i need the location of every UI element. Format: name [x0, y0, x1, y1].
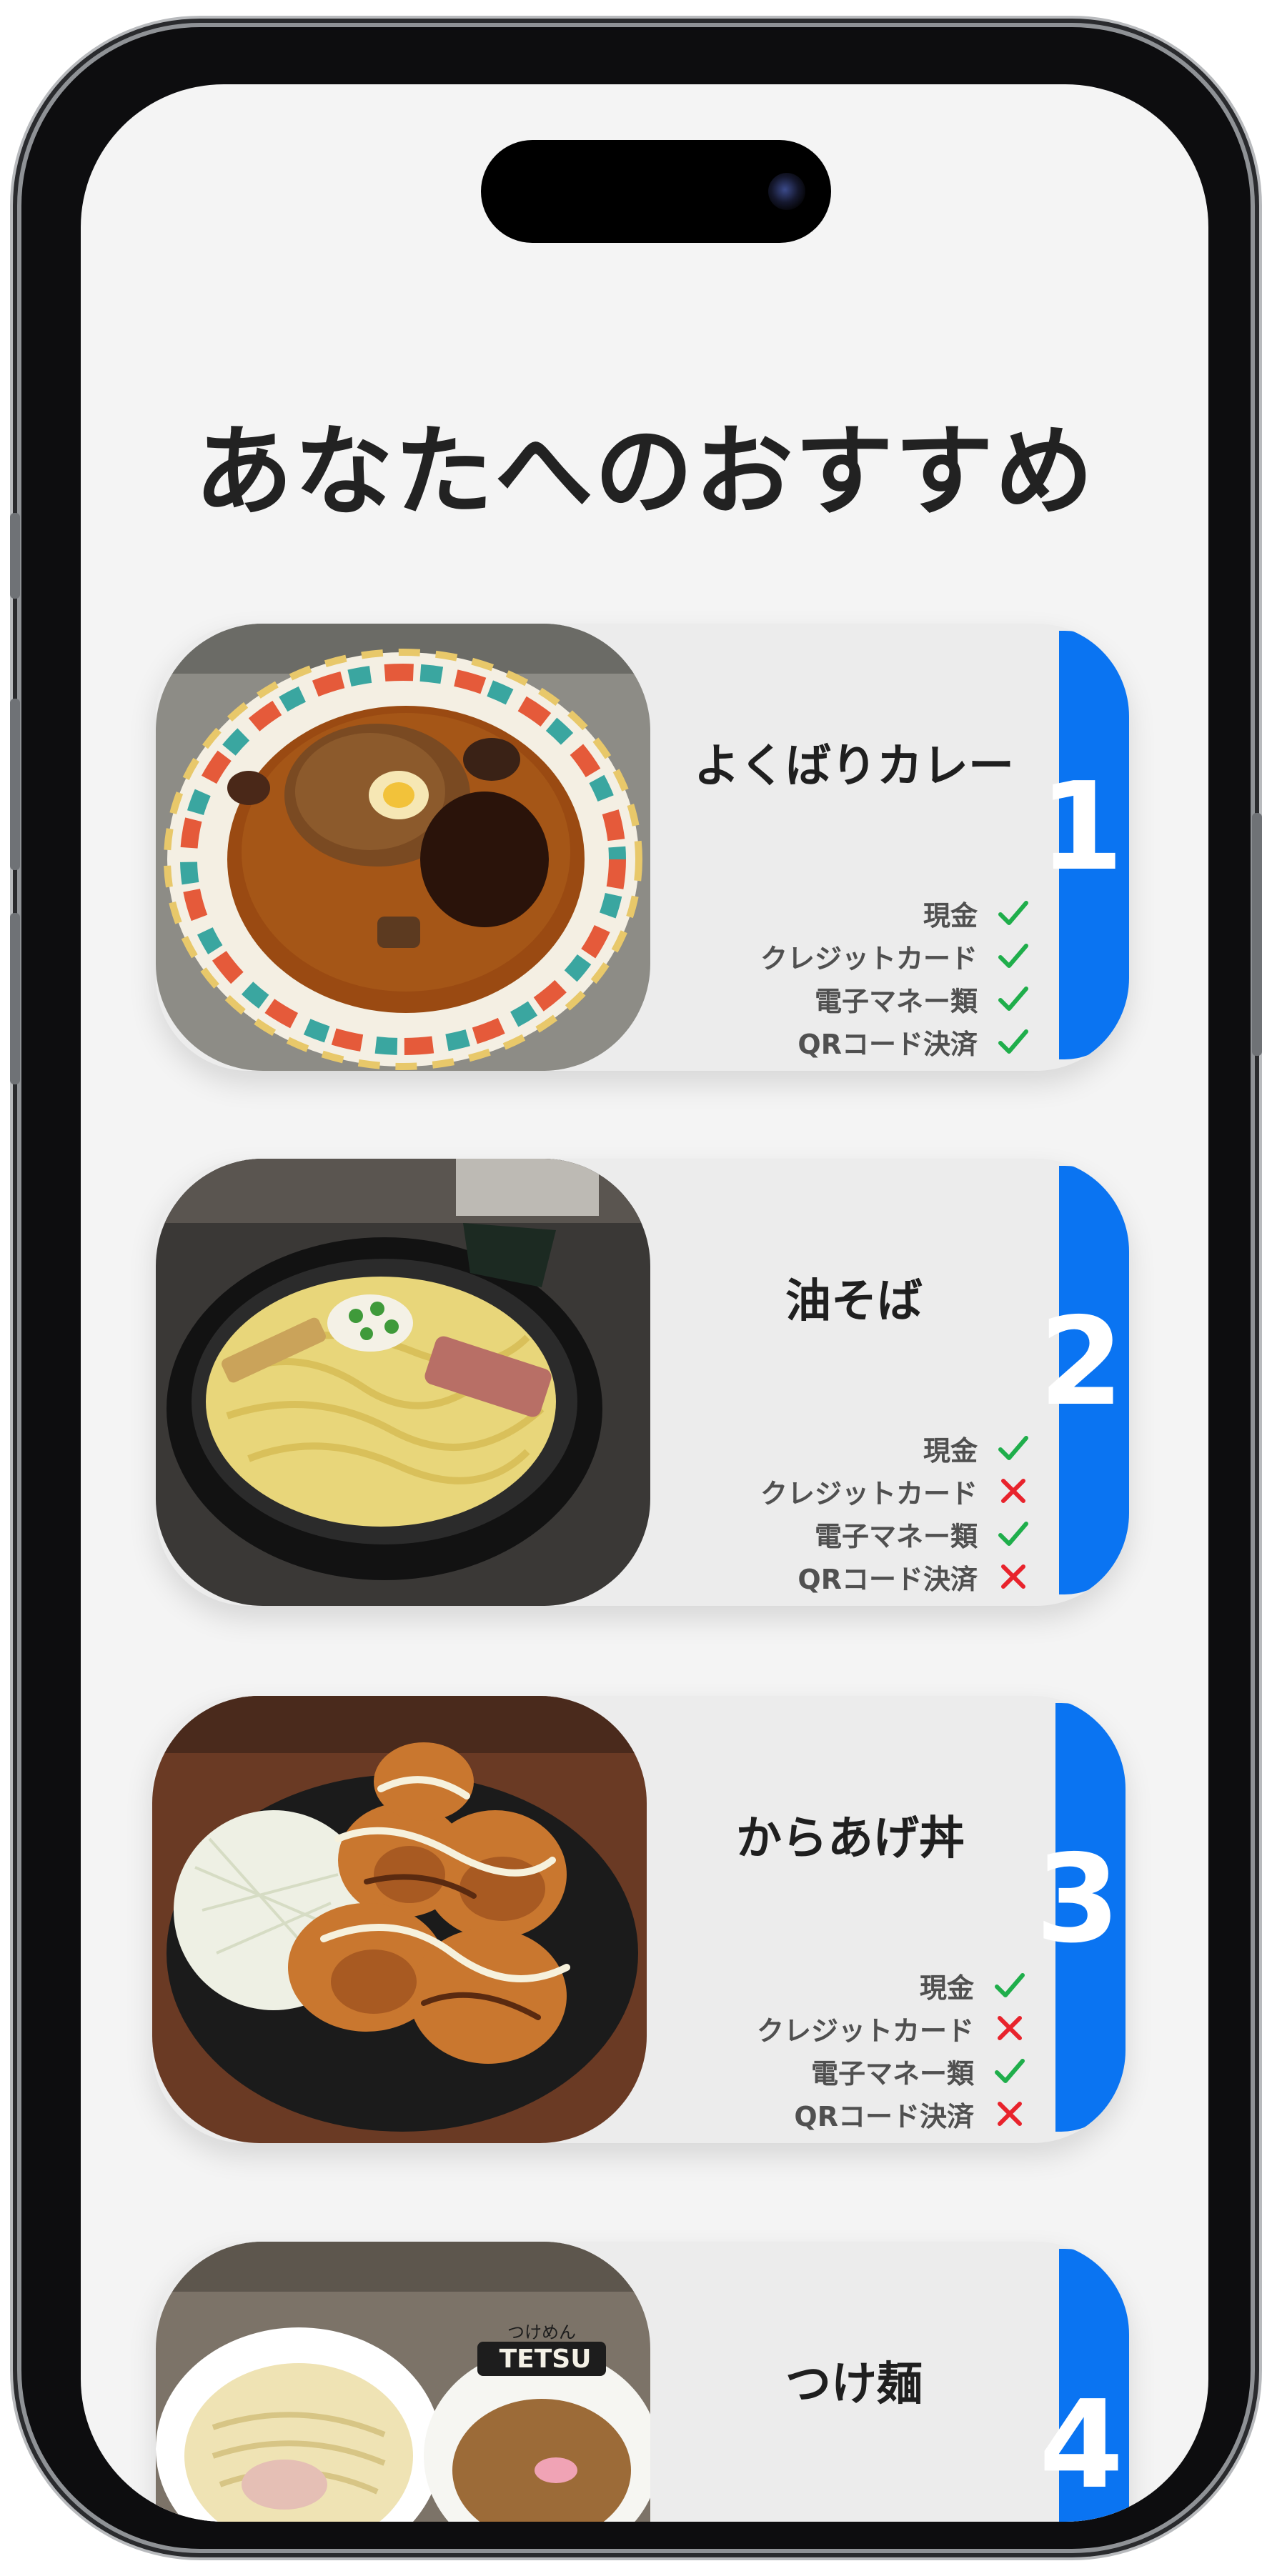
payment-label: 現金 — [923, 1434, 978, 1467]
check-icon — [988, 896, 1030, 930]
dish-name: からあげ丼 — [736, 1812, 965, 1865]
payment-label: クレジットカード — [760, 1477, 978, 1509]
power-button — [1252, 813, 1262, 1056]
payment-label: 現金 — [923, 899, 978, 932]
shop-logo-subtitle: つけめん — [507, 2322, 576, 2342]
payment-row: QRコード決済 — [757, 2092, 1027, 2135]
payment-row: QRコード決済 — [760, 1020, 1030, 1063]
volume-down-button — [10, 913, 20, 1084]
payment-label: QRコード決済 — [794, 2100, 974, 2132]
payment-label: QRコード決済 — [798, 1563, 978, 1595]
payment-row: クレジットカード — [760, 934, 1030, 977]
check-icon — [988, 1024, 1030, 1059]
dish-photo-aburasoba — [156, 1159, 650, 1606]
payment-label: 電子マネー類 — [814, 985, 978, 1017]
cross-icon — [988, 1474, 1030, 1508]
payment-row: 電子マネー類 — [757, 2050, 1027, 2092]
check-icon — [988, 939, 1030, 973]
payment-methods: 現金クレジットカード電子マネー類 QRコード決済 — [757, 1964, 1027, 2135]
payment-label: QRコード決済 — [798, 1028, 978, 1060]
rank-number: 1 — [1039, 757, 1124, 898]
payment-row: 現金 — [760, 1427, 1030, 1469]
shop-logo: TETSU — [500, 2345, 592, 2374]
check-icon — [988, 1431, 1030, 1465]
action-button — [10, 513, 20, 599]
check-icon — [984, 1968, 1027, 2002]
recommendation-card-3[interactable]: からあげ丼 現金クレジットカード電子マネー類 QRコード決済 3 — [152, 1696, 1126, 2143]
dish-name: よくばりカレー — [694, 740, 1014, 793]
rank-number: 3 — [1035, 1829, 1121, 1970]
check-icon — [984, 2054, 1027, 2088]
rank-number: 4 — [1039, 2375, 1124, 2516]
payment-row: クレジットカード — [760, 1469, 1030, 1512]
rank-number: 2 — [1039, 1292, 1124, 1433]
payment-row: クレジットカード — [757, 2007, 1027, 2050]
payment-row: 現金 — [757, 1964, 1027, 2007]
payment-label: 電子マネー類 — [810, 2057, 974, 2090]
dish-photo-tsukemen: つけめん TETSU — [156, 2242, 650, 2522]
app-screen: あなたへのおすすめ よくばりカレー 現金 クレジットカード 電子マネー類 QRコ… — [81, 84, 1208, 2522]
payment-row: QRコード決済 — [760, 1555, 1030, 1598]
dish-name: 油そば — [785, 1275, 923, 1328]
payment-label: 現金 — [919, 1972, 974, 2004]
page-title: あなたへのおすすめ — [194, 414, 1095, 529]
dynamic-island — [481, 140, 831, 243]
payment-label: 電子マネー類 — [814, 1520, 978, 1552]
recommendation-card-1[interactable]: よくばりカレー 現金クレジットカード電子マネー類 QRコード決済 1 — [156, 624, 1129, 1071]
payment-methods: 現金クレジットカード電子マネー類 QRコード決済 — [760, 892, 1030, 1063]
payment-label: クレジットカード — [760, 942, 978, 974]
dish-name: つけ麺 — [785, 2358, 923, 2411]
check-icon — [988, 982, 1030, 1016]
recommendation-card-4[interactable]: つけめん TETSU つけ麺 4 — [156, 2242, 1129, 2522]
dish-photo-curry — [156, 624, 650, 1071]
volume-up-button — [10, 699, 20, 870]
cross-icon — [988, 1559, 1030, 1594]
dish-photo-karaage-don — [152, 1696, 647, 2143]
payment-row: 電子マネー類 — [760, 1512, 1030, 1555]
recommendation-card-2[interactable]: 油そば 現金クレジットカード電子マネー類 QRコード決済 2 — [156, 1159, 1129, 1606]
cross-icon — [984, 2011, 1027, 2045]
payment-methods: 現金クレジットカード電子マネー類 QRコード決済 — [760, 1427, 1030, 1598]
payment-row: 現金 — [760, 892, 1030, 934]
front-camera-icon — [768, 173, 805, 210]
payment-row: 電子マネー類 — [760, 977, 1030, 1020]
check-icon — [988, 1517, 1030, 1551]
cross-icon — [984, 2097, 1027, 2131]
phone-frame: あなたへのおすすめ よくばりカレー 現金 クレジットカード 電子マネー類 QRコ… — [10, 27, 1262, 2549]
payment-label: クレジットカード — [756, 2015, 974, 2047]
